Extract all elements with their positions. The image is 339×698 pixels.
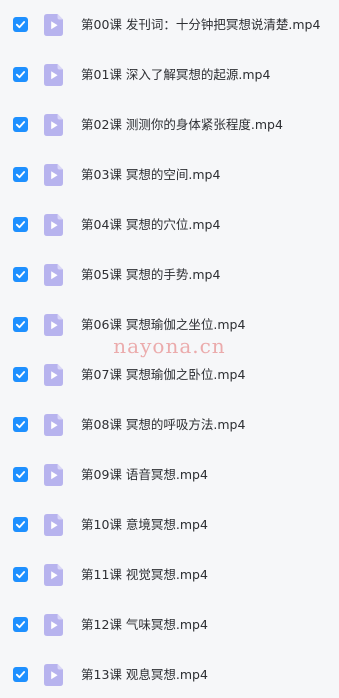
file-row[interactable]: 第09课 语音冥想.mp4	[0, 452, 339, 498]
file-row[interactable]: 第05课 冥想的手势.mp4	[0, 252, 339, 298]
file-name: 第08课 冥想的呼吸方法.mp4	[81, 417, 246, 432]
video-file-icon	[44, 14, 63, 36]
file-row[interactable]: 第12课 气味冥想.mp4	[0, 602, 339, 648]
video-file-icon	[44, 264, 63, 286]
checkbox-checked-icon[interactable]	[13, 267, 28, 282]
file-row[interactable]: 第08课 冥想的呼吸方法.mp4	[0, 402, 339, 448]
file-row[interactable]: 第03课 冥想的空间.mp4	[0, 152, 339, 198]
file-name: 第12课 气味冥想.mp4	[81, 617, 208, 632]
video-file-icon	[44, 514, 63, 536]
file-name: 第09课 语音冥想.mp4	[81, 467, 208, 482]
file-name: 第11课 视觉冥想.mp4	[81, 567, 208, 582]
file-name: 第05课 冥想的手势.mp4	[81, 267, 221, 282]
file-name: 第06课 冥想瑜伽之坐位.mp4	[81, 317, 246, 332]
checkbox-checked-icon[interactable]	[13, 317, 28, 332]
video-file-icon	[44, 464, 63, 486]
video-file-icon	[44, 314, 63, 336]
checkbox-checked-icon[interactable]	[13, 567, 28, 582]
checkbox-checked-icon[interactable]	[13, 367, 28, 382]
checkbox-checked-icon[interactable]	[13, 517, 28, 532]
file-row[interactable]: 第00课 发刊词：十分钟把冥想说清楚.mp4	[0, 2, 339, 48]
video-file-icon	[44, 664, 63, 686]
checkbox-checked-icon[interactable]	[13, 17, 28, 32]
file-row[interactable]: 第07课 冥想瑜伽之卧位.mp4	[0, 352, 339, 398]
file-row[interactable]: 第02课 测测你的身体紧张程度.mp4	[0, 102, 339, 148]
video-file-icon	[44, 614, 63, 636]
file-name: 第04课 冥想的穴位.mp4	[81, 217, 221, 232]
file-name: 第07课 冥想瑜伽之卧位.mp4	[81, 367, 246, 382]
file-row[interactable]: 第13课 观息冥想.mp4	[0, 652, 339, 698]
video-file-icon	[44, 164, 63, 186]
file-name: 第03课 冥想的空间.mp4	[81, 167, 221, 182]
file-row[interactable]: 第06课 冥想瑜伽之坐位.mp4	[0, 302, 339, 348]
file-name: 第13课 观息冥想.mp4	[81, 667, 208, 682]
file-row[interactable]: 第04课 冥想的穴位.mp4	[0, 202, 339, 248]
video-file-icon	[44, 364, 63, 386]
file-name: 第01课 深入了解冥想的起源.mp4	[81, 67, 271, 82]
video-file-icon	[44, 114, 63, 136]
video-file-icon	[44, 564, 63, 586]
file-list: 第00课 发刊词：十分钟把冥想说清楚.mp4 第01课 深入了解冥想的起源.mp…	[0, 0, 339, 691]
checkbox-checked-icon[interactable]	[13, 67, 28, 82]
file-name: 第02课 测测你的身体紧张程度.mp4	[81, 117, 283, 132]
checkbox-checked-icon[interactable]	[13, 467, 28, 482]
video-file-icon	[44, 64, 63, 86]
video-file-icon	[44, 214, 63, 236]
video-file-icon	[44, 414, 63, 436]
checkbox-checked-icon[interactable]	[13, 617, 28, 632]
checkbox-checked-icon[interactable]	[13, 117, 28, 132]
file-name: 第00课 发刊词：十分钟把冥想说清楚.mp4	[81, 17, 321, 32]
checkbox-checked-icon[interactable]	[13, 167, 28, 182]
file-row[interactable]: 第11课 视觉冥想.mp4	[0, 552, 339, 598]
file-row[interactable]: 第10课 意境冥想.mp4	[0, 502, 339, 548]
checkbox-checked-icon[interactable]	[13, 667, 28, 682]
checkbox-checked-icon[interactable]	[13, 417, 28, 432]
checkbox-checked-icon[interactable]	[13, 217, 28, 232]
file-row[interactable]: 第01课 深入了解冥想的起源.mp4	[0, 52, 339, 98]
file-name: 第10课 意境冥想.mp4	[81, 517, 208, 532]
